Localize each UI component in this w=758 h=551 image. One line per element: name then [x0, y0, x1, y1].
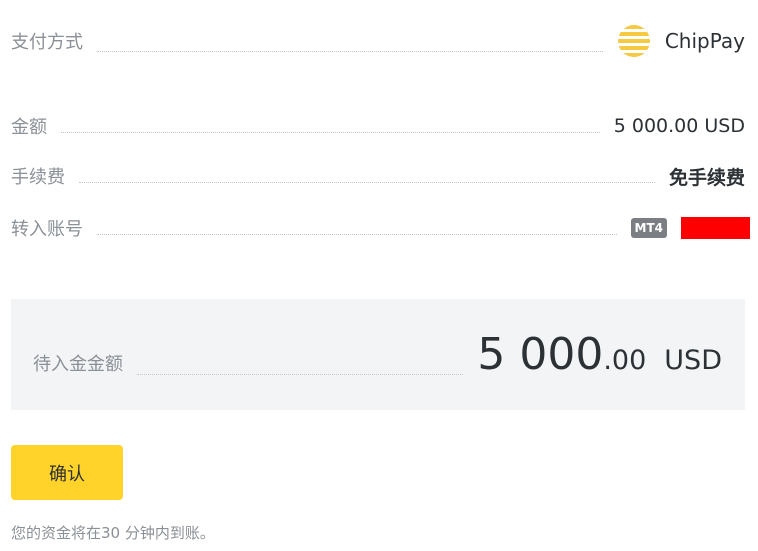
chippay-logo-icon	[617, 24, 651, 58]
account-value: MT4	[630, 217, 750, 239]
fee-value: 免手续费	[668, 166, 745, 189]
amount-label: 金额	[11, 117, 47, 138]
arrival-note: 您的资金将在30 分钟内到账。	[11, 524, 215, 542]
amount-decimal: .00	[603, 345, 647, 376]
fee-label: 手续费	[11, 167, 65, 188]
payment-method-row: 支付方式 ChipPay	[11, 24, 745, 58]
payment-method-value: ChipPay	[617, 24, 745, 58]
confirm-button[interactable]: 确认	[11, 445, 123, 500]
provider-name: ChipPay	[664, 29, 745, 53]
dotted-leader	[61, 132, 600, 133]
dotted-leader	[97, 234, 617, 235]
platform-badge: MT4	[630, 218, 667, 238]
pending-amount-label: 待入金金额	[33, 353, 123, 375]
dotted-leader	[137, 374, 464, 375]
payment-method-label: 支付方式	[11, 32, 83, 53]
account-row: 转入账号 MT4	[11, 215, 750, 241]
amount-integer: 5 000	[477, 329, 604, 380]
amount-row: 金额 5 000.00 USD	[11, 113, 745, 139]
redacted-account-number	[681, 217, 750, 239]
amount-currency: USD	[664, 345, 722, 376]
amount-value: 5 000.00 USD	[613, 115, 745, 137]
pending-amount-panel: 待入金金额 5 000 .00 USD	[11, 299, 745, 410]
dotted-leader	[79, 182, 655, 183]
pending-amount-value: 5 000 .00 USD	[477, 329, 722, 380]
account-label: 转入账号	[11, 219, 83, 240]
dotted-leader	[97, 51, 603, 52]
fee-row: 手续费 免手续费	[11, 163, 745, 189]
